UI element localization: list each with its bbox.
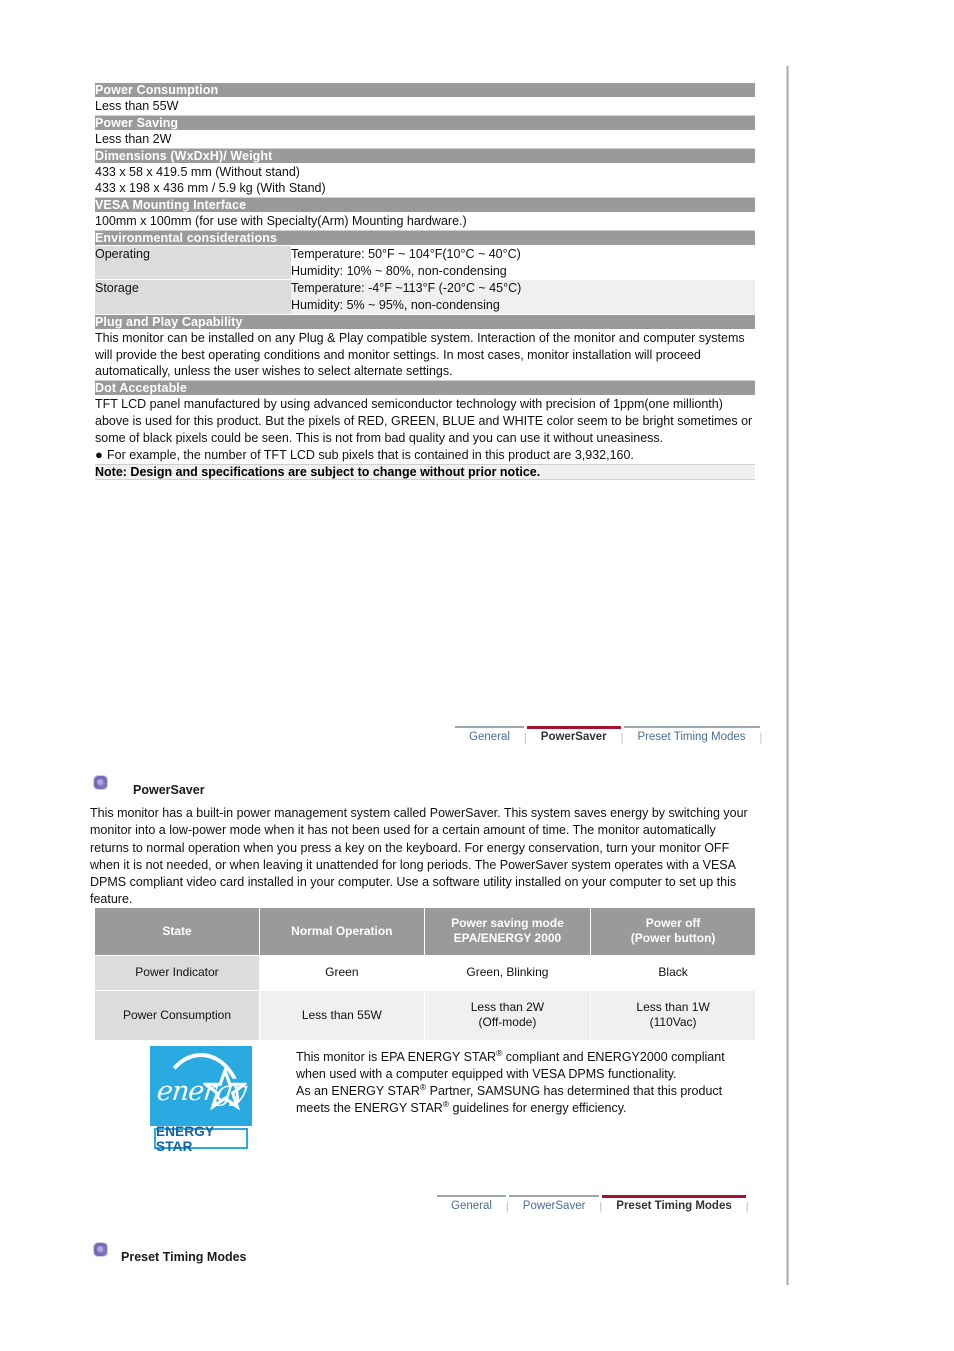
cell-power-indicator-normal: Green	[259, 955, 425, 991]
tab-separator: |	[745, 1201, 749, 1213]
storage-humidity: Humidity: 5% ~ 95%, non-condensing	[291, 298, 500, 312]
specifications-note: Note: Design and specifications are subj…	[95, 464, 755, 480]
table-row: This monitor can be installed on any Plu…	[95, 329, 755, 382]
value-storage: Temperature: -4°F ~113°F (-20°C ~ 45°C) …	[291, 279, 755, 315]
section-header-power-saving: Power Saving	[95, 114, 755, 131]
row-label-power-indicator: Power Indicator	[95, 955, 260, 991]
tab-preset-timing-modes-top[interactable]: Preset Timing Modes	[623, 726, 760, 743]
table-row: Environmental considerations	[95, 229, 755, 246]
section-header-power-consumption: Power Consumption	[95, 82, 755, 98]
tab-separator: |	[759, 732, 763, 744]
table-row: Power Indicator Green Green, Blinking Bl…	[95, 955, 755, 991]
column-header-off-line2: (Power button)	[630, 931, 716, 945]
table-row: Less than 55W	[95, 97, 755, 116]
table-row: 100mm x 100mm (for use with Specialty(Ar…	[95, 212, 755, 231]
table-row: Dot Acceptable	[95, 380, 755, 396]
table-row: Power Saving	[95, 114, 755, 131]
cell-text-line1: Green, Blinking	[466, 965, 549, 979]
value-power-consumption: Less than 55W	[95, 97, 755, 116]
bullet-marker-icon	[94, 1243, 107, 1256]
section-header-dimensions: Dimensions (WxDxH)/ Weight	[95, 147, 755, 164]
es-p1-a: This monitor is EPA ENERGY STAR	[296, 1050, 497, 1064]
logo-wordmark-text: ENERGY STAR	[156, 1123, 214, 1154]
cell-text-line1: Less than 2W	[470, 1000, 545, 1014]
dot-acceptable-bullet-item: ● For example, the number of TFT LCD sub …	[95, 447, 755, 464]
column-header-off-line1: Power off	[645, 916, 701, 930]
powersaver-states-table: State Normal Operation Power saving mode…	[95, 908, 755, 1041]
dimensions-line-2: 433 x 198 x 436 mm / 5.9 kg (With Stand)	[95, 181, 326, 196]
tab-general-bottom[interactable]: General	[437, 1195, 506, 1212]
tab-preset-timing-modes-bottom[interactable]: Preset Timing Modes	[602, 1195, 747, 1212]
column-header-state: State	[95, 908, 260, 956]
es-p2-c: guidelines for energy efficiency.	[449, 1101, 627, 1116]
energy-star-paragraph-1: This monitor is EPA ENERGY STAR® complia…	[296, 1049, 755, 1083]
value-plug-and-play: This monitor can be installed on any Plu…	[95, 329, 755, 382]
table-header-row: State Normal Operation Power saving mode…	[95, 908, 755, 956]
table-row: Operating Temperature: 50°F ~ 104°F(10°C…	[95, 245, 755, 281]
logo-wordmark-bar: ENERGY STAR	[154, 1124, 248, 1154]
specifications-table: Power Consumption Less than 55W Power Sa…	[95, 82, 755, 480]
table-row: Plug and Play Capability	[95, 313, 755, 330]
value-power-saving: Less than 2W	[95, 130, 755, 149]
section-header-plug-and-play: Plug and Play Capability	[95, 313, 755, 330]
table-row: VESA Mounting Interface	[95, 197, 755, 213]
cell-text-line2: (Off-mode)	[478, 1015, 537, 1029]
tabbar-preset-timing-modes[interactable]: General | PowerSaver | Preset Timing Mod…	[437, 1195, 749, 1221]
table-row: TFT LCD panel manufactured by using adva…	[95, 395, 755, 465]
powersaver-description: This monitor has a built-in power manage…	[90, 806, 748, 907]
energy-star-logo-icon: energy ENERGY STAR	[150, 1046, 252, 1154]
page-title-powersaver: PowerSaver	[133, 783, 205, 797]
cell-power-indicator-saving: Green, Blinking	[424, 955, 592, 991]
label-storage: Storage	[95, 279, 291, 315]
energy-star-text: This monitor is EPA ENERGY STAR® complia…	[296, 1046, 755, 1118]
column-header-saving-line1: Power saving mode	[451, 916, 564, 930]
tab-powersaver-top[interactable]: PowerSaver	[526, 726, 621, 743]
dot-acceptable-bullet-text: For example, the number of TFT LCD sub p…	[107, 448, 634, 463]
table-row: Power Consumption Less than 55W Less tha…	[95, 990, 755, 1041]
page-title-preset-timing-modes: Preset Timing Modes	[121, 1250, 247, 1264]
column-header-normal-operation: Normal Operation	[259, 908, 425, 956]
energy-star-block: energy ENERGY STAR This monitor is EPA E…	[150, 1046, 755, 1154]
table-row: Storage Temperature: -4°F ~113°F (-20°C …	[95, 279, 755, 315]
value-operating: Temperature: 50°F ~ 104°F(10°C ~ 40°C) H…	[291, 245, 755, 281]
star-icon	[203, 1068, 247, 1111]
cell-text-line1: Less than 1W	[636, 1000, 710, 1014]
storage-temperature: Temperature: -4°F ~113°F (-20°C ~ 45°C)	[291, 281, 522, 296]
es-p2-a: As an ENERGY STAR	[296, 1084, 420, 1099]
bullet-dot-icon: ●	[95, 447, 103, 463]
section-header-environmental: Environmental considerations	[95, 229, 755, 246]
operating-temperature: Temperature: 50°F ~ 104°F(10°C ~ 40°C)	[291, 246, 521, 261]
cell-power-consumption-saving: Less than 2W (Off-mode)	[424, 990, 592, 1041]
tab-powersaver-bottom[interactable]: PowerSaver	[508, 1195, 600, 1212]
cell-text-line2: (110Vac)	[649, 1015, 697, 1029]
table-row: Power Consumption	[95, 82, 755, 98]
cell-power-indicator-off: Black	[590, 955, 755, 991]
dimensions-line-1: 433 x 58 x 419.5 mm (Without stand)	[95, 164, 300, 179]
tabbar-powersaver[interactable]: General | PowerSaver | Preset Timing Mod…	[455, 726, 762, 752]
dot-acceptable-paragraph: TFT LCD panel manufactured by using adva…	[95, 397, 753, 445]
row-label-power-consumption: Power Consumption	[95, 990, 260, 1041]
column-header-power-off: Power off (Power button)	[590, 908, 755, 956]
energy-star-paragraph-2: As an ENERGY STAR® Partner, SAMSUNG has …	[296, 1083, 755, 1117]
content-right-divider	[786, 66, 789, 1285]
section-header-dot-acceptable: Dot Acceptable	[95, 380, 755, 396]
bullet-marker-icon	[94, 776, 107, 789]
table-row: Note: Design and specifications are subj…	[95, 464, 755, 480]
cell-power-consumption-normal: Less than 55W	[259, 990, 425, 1041]
cell-text-line1: Black	[658, 965, 688, 979]
tab-general-top[interactable]: General	[455, 726, 524, 743]
cell-power-consumption-off: Less than 1W (110Vac)	[590, 990, 755, 1041]
table-row: 433 x 58 x 419.5 mm (Without stand) 433 …	[95, 163, 755, 198]
label-operating: Operating	[95, 245, 291, 281]
operating-humidity: Humidity: 10% ~ 80%, non-condensing	[291, 263, 507, 278]
section-header-vesa: VESA Mounting Interface	[95, 197, 755, 213]
column-header-saving-line2: EPA/ENERGY 2000	[453, 931, 562, 945]
table-row: Less than 2W	[95, 130, 755, 149]
value-dot-acceptable: TFT LCD panel manufactured by using adva…	[95, 395, 755, 465]
value-dimensions: 433 x 58 x 419.5 mm (Without stand) 433 …	[95, 163, 755, 198]
value-vesa: 100mm x 100mm (for use with Specialty(Ar…	[95, 212, 755, 231]
column-header-power-saving-mode: Power saving mode EPA/ENERGY 2000	[424, 908, 592, 956]
table-row: Dimensions (WxDxH)/ Weight	[95, 147, 755, 164]
